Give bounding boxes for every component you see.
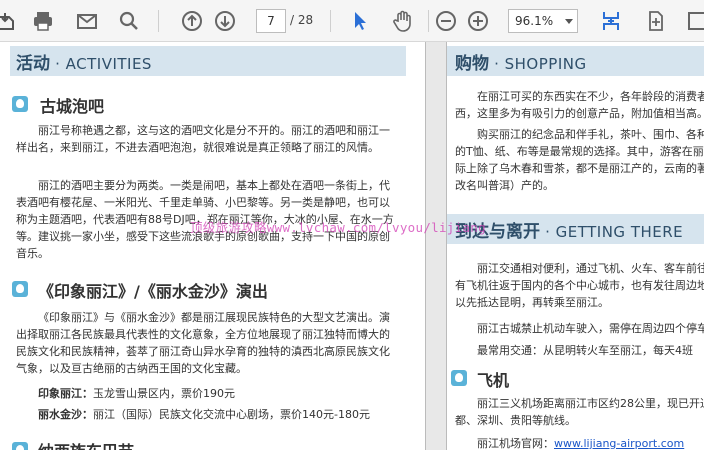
zoom-out-icon[interactable]: [431, 6, 461, 36]
zoom-value: 96.1%: [515, 14, 554, 28]
page-left: 活动 · ACTIVITIES 古城泡吧 丽江号称艳遇之都，这与这的酒吧文化是分…: [0, 42, 426, 450]
shell-bullet-icon: [451, 370, 467, 386]
toolbar-separator: [428, 10, 429, 32]
page-gutter: [426, 42, 446, 450]
venue-text: 丽江（国际）民族文化交流中心剧场，票价140元-180元: [93, 408, 370, 421]
heading-fly: 飞机: [477, 371, 510, 390]
venue-line: 印象丽江：玉龙雪山景区内，票价190元: [38, 385, 408, 402]
paragraph: 《印象丽江》与《丽水金沙》都是丽江展现民族特色的大型文艺演出。演出择取丽江各民族…: [16, 311, 390, 375]
search-icon[interactable]: [114, 6, 144, 36]
venue-text: 玉龙雪山景区内，票价190元: [93, 387, 235, 400]
hand-tool-icon[interactable]: [388, 6, 418, 36]
toolbar-separator: [330, 10, 331, 32]
paragraph: 丽江古城禁止机动车驶入，需停在周边四个停车场。: [477, 322, 704, 335]
shell-bullet-icon: [12, 442, 28, 450]
fit-page-icon[interactable]: [596, 6, 626, 36]
prev-page-icon[interactable]: [177, 6, 207, 36]
venue-line: 丽水金沙：丽江（国际）民族文化交流中心剧场，票价140元-180元: [38, 406, 418, 423]
shell-bullet-icon: [12, 281, 28, 297]
page-right: 购物 · SHOPPING 在丽江可买的东西实在不少，各年龄段的消费者都能找到适…: [446, 42, 704, 450]
fullscreen-icon[interactable]: [682, 6, 704, 36]
airport-line: 丽江机场官网：www.lijiang-airport.com: [477, 435, 704, 450]
paragraph: 丽江三义机场距离丽江市区约28公里，现已开通北京、上海、广州、成都、深圳、贵阳等…: [455, 397, 704, 427]
next-page-icon[interactable]: [210, 6, 240, 36]
page-number-input[interactable]: 7: [256, 9, 286, 33]
save-icon[interactable]: [0, 6, 22, 36]
section-header-shopping: 购物 · SHOPPING: [447, 46, 704, 76]
paragraph: 最常用交通：从昆明转火车至丽江，每天4班: [477, 344, 693, 357]
paragraph: 丽江交通相对便利，通过飞机、火车、客车前往都非常方便。丽江。丽江有飞机往返于国内…: [455, 262, 704, 309]
watermark: 顶级旅游攻略www.lvchaw.com/lvyou/lijiang: [190, 220, 486, 235]
section-title-cn: 购物: [455, 54, 489, 74]
zoom-select[interactable]: 96.1%: [508, 9, 578, 33]
heading-show: 《印象丽江》/《丽水金沙》演出: [38, 282, 268, 301]
chevron-down-icon: [565, 19, 573, 24]
shell-bullet-icon: [12, 96, 28, 112]
select-cursor-icon[interactable]: [345, 6, 375, 36]
section-title-en: · ACTIVITIES: [55, 55, 152, 73]
section-header-activities: 活动 · ACTIVITIES: [10, 46, 406, 76]
section-title-en: · SHOPPING: [494, 55, 587, 73]
section-title-cn: 活动: [16, 54, 50, 74]
airport-link[interactable]: www.lijiang-airport.com: [554, 437, 684, 450]
paragraph: 丽江号称艳遇之都，这与这的酒吧文化是分不开的。丽江的酒吧和丽江一样出名，来到丽江…: [16, 124, 390, 154]
heading-next: 纳西族东巴节: [38, 438, 134, 450]
paragraph: 在丽江可买的东西实在不少，各年龄段的消费者都能找到适合自己的东西，这里多为有吸引…: [455, 90, 704, 120]
airport-label: 丽江机场官网：: [477, 437, 554, 450]
toolbar-separator: [158, 10, 159, 32]
fit-width-icon[interactable]: [640, 6, 670, 36]
venue-label: 丽水金沙：: [38, 408, 93, 421]
section-title-en: · GETTING THERE: [545, 223, 684, 241]
document-view[interactable]: 活动 · ACTIVITIES 古城泡吧 丽江号称艳遇之都，这与这的酒吧文化是分…: [0, 42, 704, 450]
venue-label: 印象丽江：: [38, 387, 93, 400]
paragraph: 购买丽江的纪念品和伴手礼，茶叶、围巾、各种民族风格的具有丽江文化的T恤、纸、布等…: [455, 128, 704, 192]
mail-icon[interactable]: [72, 6, 102, 36]
pdf-toolbar: 7 / 28 96.1%: [0, 0, 704, 42]
zoom-in-icon[interactable]: [463, 6, 493, 36]
print-icon[interactable]: [28, 6, 58, 36]
heading-bar: 古城泡吧: [40, 97, 105, 116]
page-total: / 28: [290, 13, 314, 27]
